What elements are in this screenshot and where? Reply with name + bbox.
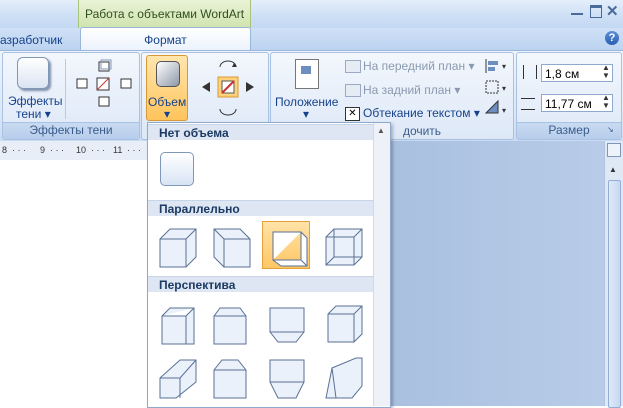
cube-icon xyxy=(269,359,305,399)
tilt-icons[interactable] xyxy=(198,57,262,123)
volume-option-perspective-4[interactable] xyxy=(318,300,366,348)
scrollbar-thumb[interactable] xyxy=(608,180,621,408)
gallery-scroll-up-icon[interactable]: ▲ xyxy=(377,126,385,135)
position-icon[interactable] xyxy=(295,59,319,89)
ruler-tick: 10 xyxy=(76,145,87,155)
size-dialog-launcher-icon[interactable]: ↘ xyxy=(607,125,614,134)
ruler-tick: 8 xyxy=(2,145,8,155)
shadow-nudge-icons[interactable] xyxy=(73,57,135,119)
ruler-marks: · · · xyxy=(12,145,26,155)
bring-forward-label: На передний план xyxy=(363,59,466,73)
section-parallel: Параллельно xyxy=(148,200,373,216)
text-wrap-button[interactable]: Обтекание текстом ▾ xyxy=(363,106,480,120)
section-no-volume: Нет объема xyxy=(148,124,373,140)
tab-developer[interactable]: азработчик xyxy=(0,33,62,47)
volume-option-perspective-5[interactable] xyxy=(152,352,200,400)
width-icon xyxy=(521,98,535,110)
cube-icon xyxy=(325,357,363,399)
send-backward-label: На задний план xyxy=(363,83,452,97)
gallery-scrollbar[interactable]: ▲ xyxy=(373,123,390,406)
height-spinner[interactable]: ▲ ▼ xyxy=(602,64,610,80)
cube-icon xyxy=(213,228,251,268)
cube-icon xyxy=(159,228,197,268)
shadow-effects-label-2-wrap[interactable]: тени ▾ xyxy=(16,107,51,121)
document-page[interactable] xyxy=(0,160,147,406)
volume-dropdown-arrow: ▾ xyxy=(164,107,171,121)
shadow-effects-label-2: тени xyxy=(16,107,42,121)
cube-icon xyxy=(213,307,247,345)
cube-icon xyxy=(272,231,308,267)
position-dropdown-arrow[interactable]: ▾ xyxy=(303,107,309,121)
ruler-marks: · · · xyxy=(127,145,141,155)
maximize-icon[interactable] xyxy=(590,5,602,18)
ruler-tick: 11 xyxy=(113,145,123,155)
send-backward-button[interactable]: На задний план ▾ xyxy=(363,83,460,97)
height-icon xyxy=(523,65,537,79)
separator xyxy=(65,59,66,119)
size-group: 1,8 см ▲ ▼ 11,77 см ▲ ▼ Размер ↘ xyxy=(516,52,622,140)
svg-text:▾: ▾ xyxy=(502,106,506,115)
arrange-group-label: дочить xyxy=(402,124,442,138)
horizontal-ruler: 8 · · · 9 · · · 10 · · · 11 · · · xyxy=(0,141,147,161)
ruler-toggle-icon[interactable] xyxy=(607,143,621,157)
document-background xyxy=(390,141,604,406)
ruler-marks: · · · xyxy=(91,145,105,155)
volume-icon xyxy=(156,61,180,87)
svg-text:▾: ▾ xyxy=(502,84,506,93)
volume-option-parallel-2[interactable] xyxy=(206,221,254,269)
bring-forward-button[interactable]: На передний план ▾ xyxy=(363,59,474,73)
align-group-rotate-icons[interactable]: ▾ ▾ ▾ xyxy=(483,57,511,119)
volume-option-perspective-3[interactable] xyxy=(262,300,310,348)
cube-icon xyxy=(159,359,197,399)
text-wrap-label: Обтекание текстом xyxy=(363,106,471,120)
ruler-marks: · · · xyxy=(50,145,64,155)
send-backward-icon xyxy=(345,84,361,97)
bring-forward-icon xyxy=(345,60,361,73)
volume-option-parallel-3[interactable] xyxy=(262,221,310,269)
cube-icon xyxy=(269,307,305,343)
shadow-effects-group-label: Эффекты тени xyxy=(3,122,139,139)
volume-option-perspective-7[interactable] xyxy=(262,352,310,400)
close-icon[interactable]: ✕ xyxy=(606,2,619,20)
shadow-effects-group: Эффекты тени ▾ Эффекты тени xyxy=(2,52,140,140)
volume-option-none[interactable] xyxy=(155,146,203,194)
cube-icon xyxy=(327,305,363,343)
size-group-label: Размер xyxy=(517,122,621,139)
text-wrap-icon: ✕ xyxy=(345,107,360,121)
width-spinner[interactable]: ▲ ▼ xyxy=(602,94,610,110)
volume-option-perspective-2[interactable] xyxy=(206,300,254,348)
cube-icon xyxy=(213,359,247,399)
cube-icon xyxy=(161,307,195,345)
volume-option-perspective-1[interactable] xyxy=(152,300,200,348)
volume-option-perspective-8[interactable] xyxy=(318,352,366,400)
section-perspective: Перспектива xyxy=(148,276,373,292)
help-icon[interactable]: ? xyxy=(605,31,619,45)
volume-option-parallel-1[interactable] xyxy=(152,221,200,269)
contextual-tab-title: Работа с объектами WordArt xyxy=(85,7,245,21)
scroll-up-icon[interactable]: ▲ xyxy=(609,165,617,174)
shadow-effects-label-1[interactable]: Эффекты xyxy=(8,94,63,108)
shadow-effects-icon[interactable] xyxy=(17,57,49,89)
volume-option-parallel-4[interactable] xyxy=(318,221,366,269)
ruler-tick: 9 xyxy=(40,145,46,155)
volume-option-perspective-6[interactable] xyxy=(206,352,254,400)
minimize-icon[interactable] xyxy=(571,10,583,15)
svg-text:▾: ▾ xyxy=(502,62,506,71)
cube-icon xyxy=(325,228,363,266)
